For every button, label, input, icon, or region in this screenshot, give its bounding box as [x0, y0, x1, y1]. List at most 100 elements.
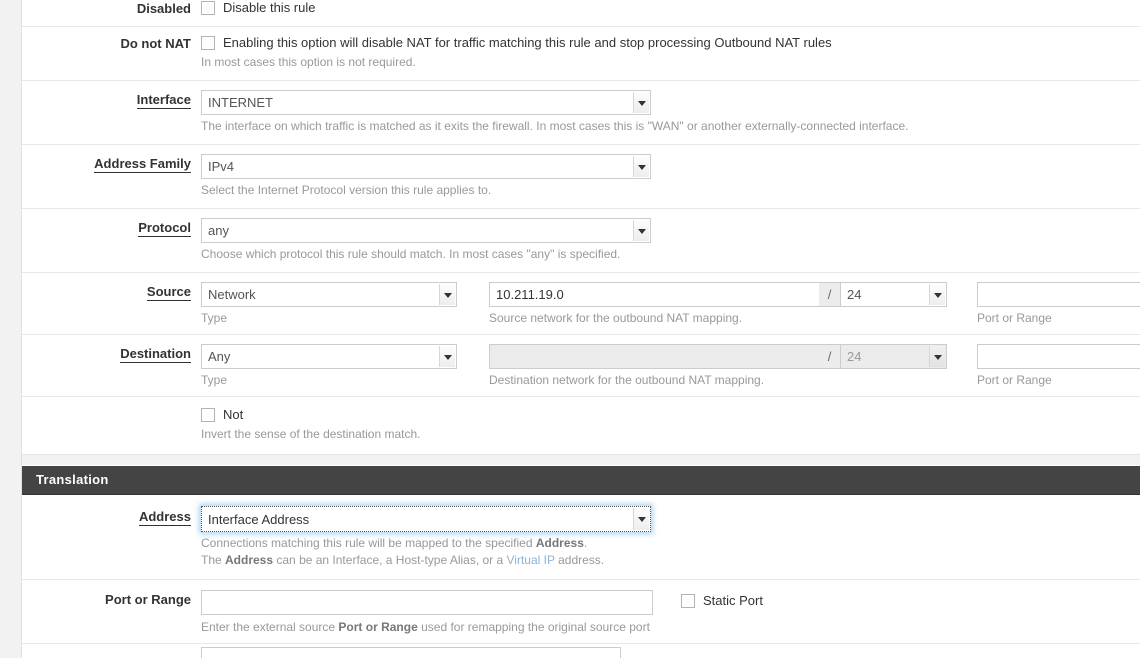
next-partial-input[interactable]: [201, 647, 621, 658]
not-checkbox[interactable]: [201, 408, 215, 422]
interface-select[interactable]: INTERNET: [201, 90, 651, 115]
form-row-do-not-nat: Do not NAT Enabling this option will dis…: [22, 27, 1140, 81]
chevron-down-icon: [638, 164, 646, 170]
hint1-bold: Address: [535, 536, 584, 550]
destination-slash-text: /: [827, 349, 832, 364]
translation-address-select-value: Interface Address: [208, 511, 310, 527]
left-gutter: [0, 0, 21, 630]
static-port-checkbox[interactable]: [681, 594, 695, 608]
destination-mask-select[interactable]: 24: [841, 344, 947, 369]
interface-select-value: INTERNET: [208, 95, 273, 110]
hint2-mid: can be an Interface, a Host-type Alias, …: [273, 553, 507, 567]
label-next-partial: [22, 644, 201, 653]
disable-rule-checkbox[interactable]: [201, 1, 215, 15]
section-spacer: [22, 454, 1140, 465]
form-panel: Disabled Disable this rule Do not NAT En…: [21, 0, 1140, 658]
translation-section-title: Translation: [36, 472, 109, 487]
portHint-post: used for remapping the original source p…: [417, 620, 650, 634]
protocol-select[interactable]: any: [201, 218, 651, 243]
label-address-family: Address Family: [22, 145, 201, 173]
label-interface: Interface: [22, 81, 201, 109]
portHint-bold: Port or Range: [338, 620, 418, 634]
hint2-bold: Address: [225, 553, 274, 567]
translation-section-header: Translation: [22, 466, 1140, 495]
translation-address-select[interactable]: Interface Address: [201, 506, 651, 532]
fields-disabled: Disable this rule: [201, 0, 1140, 24]
chevron-down-icon: [934, 354, 942, 360]
source-mask-select[interactable]: 24: [841, 282, 947, 307]
source-address-value: 10.211.19.0: [496, 287, 564, 302]
source-type-select[interactable]: Network: [201, 282, 457, 307]
source-mask-select-value: 24: [847, 287, 862, 302]
label-protocol-text: Protocol: [138, 220, 191, 237]
destination-slash-separator: /: [819, 344, 841, 369]
fields-interface: INTERNET The interface on which traffic …: [201, 81, 1140, 144]
source-port-input[interactable]: [977, 282, 1140, 307]
source-address-input[interactable]: 10.211.19.0: [489, 282, 819, 307]
label-do-not-nat: Do not NAT: [22, 27, 201, 52]
translation-address-hint-line2: The Address can be an Interface, a Host-…: [201, 552, 1140, 568]
do-not-nat-checkbox-wrap[interactable]: Enabling this option will disable NAT fo…: [201, 35, 1140, 51]
source-port-group: Port or Range: [977, 282, 1140, 326]
do-not-nat-label: Enabling this option will disable NAT fo…: [223, 35, 832, 50]
source-address-hint: Source network for the outbound NAT mapp…: [489, 311, 743, 325]
source-port-hint: Port or Range: [977, 311, 1052, 325]
label-protocol: Protocol: [22, 209, 201, 237]
form-row-disabled: Disabled Disable this rule: [22, 0, 1140, 27]
disable-rule-checkbox-wrap[interactable]: Disable this rule: [201, 0, 1140, 16]
form-row-not: Not Invert the sense of the destination …: [22, 397, 1140, 454]
destination-address-input[interactable]: [489, 344, 819, 369]
disable-rule-label: Disable this rule: [223, 0, 316, 15]
destination-type-hint: Type: [201, 373, 228, 387]
not-label: Not: [223, 407, 244, 422]
destination-port-group: Port or Range: [977, 344, 1140, 388]
form-row-protocol: Protocol any Choose which protocol this …: [22, 209, 1140, 273]
source-network-group: 10.211.19.0 / 24 Source network for the …: [489, 282, 947, 326]
virtual-ip-link[interactable]: Virtual IP: [507, 553, 555, 567]
label-disabled: Disabled: [22, 0, 201, 17]
protocol-hint: Choose which protocol this rule should m…: [201, 247, 621, 261]
fields-address-family: IPv4 Select the Internet Protocol versio…: [201, 145, 1140, 208]
source-type-group: Network Type: [201, 282, 457, 326]
translation-port-hint: Enter the external source Port or Range …: [201, 619, 1140, 635]
hint1-pre: Connections matching this rule will be m…: [201, 536, 536, 550]
label-source-text: Source: [146, 284, 191, 301]
source-type-select-value: Network: [208, 287, 256, 302]
fields-destination: Any Type / 24 Destination network for th…: [201, 335, 1140, 396]
address-family-select[interactable]: IPv4: [201, 154, 651, 179]
chevron-down-icon: [638, 517, 646, 522]
fields-translation-port: Static Port Enter the external source Po…: [201, 580, 1140, 643]
destination-port-input[interactable]: [977, 344, 1140, 369]
destination-type-select[interactable]: Any: [201, 344, 457, 369]
static-port-checkbox-wrap[interactable]: Static Port: [681, 593, 763, 609]
label-disabled-text: Disabled: [136, 1, 191, 16]
fields-source: Network Type 10.211.19.0 / 24 Source net…: [201, 273, 1140, 334]
static-port-label: Static Port: [703, 593, 763, 608]
destination-port-hint: Port or Range: [977, 373, 1052, 387]
nat-rule-edit-page: Disabled Disable this rule Do not NAT En…: [0, 0, 1140, 658]
destination-network-group: / 24 Destination network for the outboun…: [489, 344, 947, 388]
form-row-next-partial: [22, 644, 1140, 658]
not-checkbox-wrap[interactable]: Not: [201, 407, 1140, 423]
do-not-nat-checkbox[interactable]: [201, 36, 215, 50]
translation-port-input[interactable]: [201, 590, 653, 615]
label-destination-text: Destination: [120, 346, 191, 363]
source-controls: Network Type 10.211.19.0 / 24 Source net…: [201, 282, 1140, 326]
fields-protocol: any Choose which protocol this rule shou…: [201, 209, 1140, 272]
address-family-hint: Select the Internet Protocol version thi…: [201, 183, 492, 197]
not-hint: Invert the sense of the destination matc…: [201, 427, 421, 441]
label-do-not-nat-text: Do not NAT: [120, 36, 191, 51]
hint2-post: address.: [554, 553, 605, 567]
source-slash-separator: /: [819, 282, 841, 307]
destination-address-hint: Destination network for the outbound NAT…: [489, 373, 765, 387]
label-address-family-text: Address Family: [94, 156, 191, 173]
portHint-pre: Enter the external source: [201, 620, 339, 634]
protocol-select-value: any: [208, 223, 229, 238]
chevron-down-icon: [444, 354, 452, 360]
form-row-destination: Destination Any Type / 24 Destination ne…: [22, 335, 1140, 397]
fields-next-partial: [201, 644, 1140, 658]
label-interface-text: Interface: [136, 92, 191, 109]
label-source: Source: [22, 273, 201, 301]
source-type-hint: Type: [201, 311, 228, 325]
form-row-address-family: Address Family IPv4 Select the Internet …: [22, 145, 1140, 209]
